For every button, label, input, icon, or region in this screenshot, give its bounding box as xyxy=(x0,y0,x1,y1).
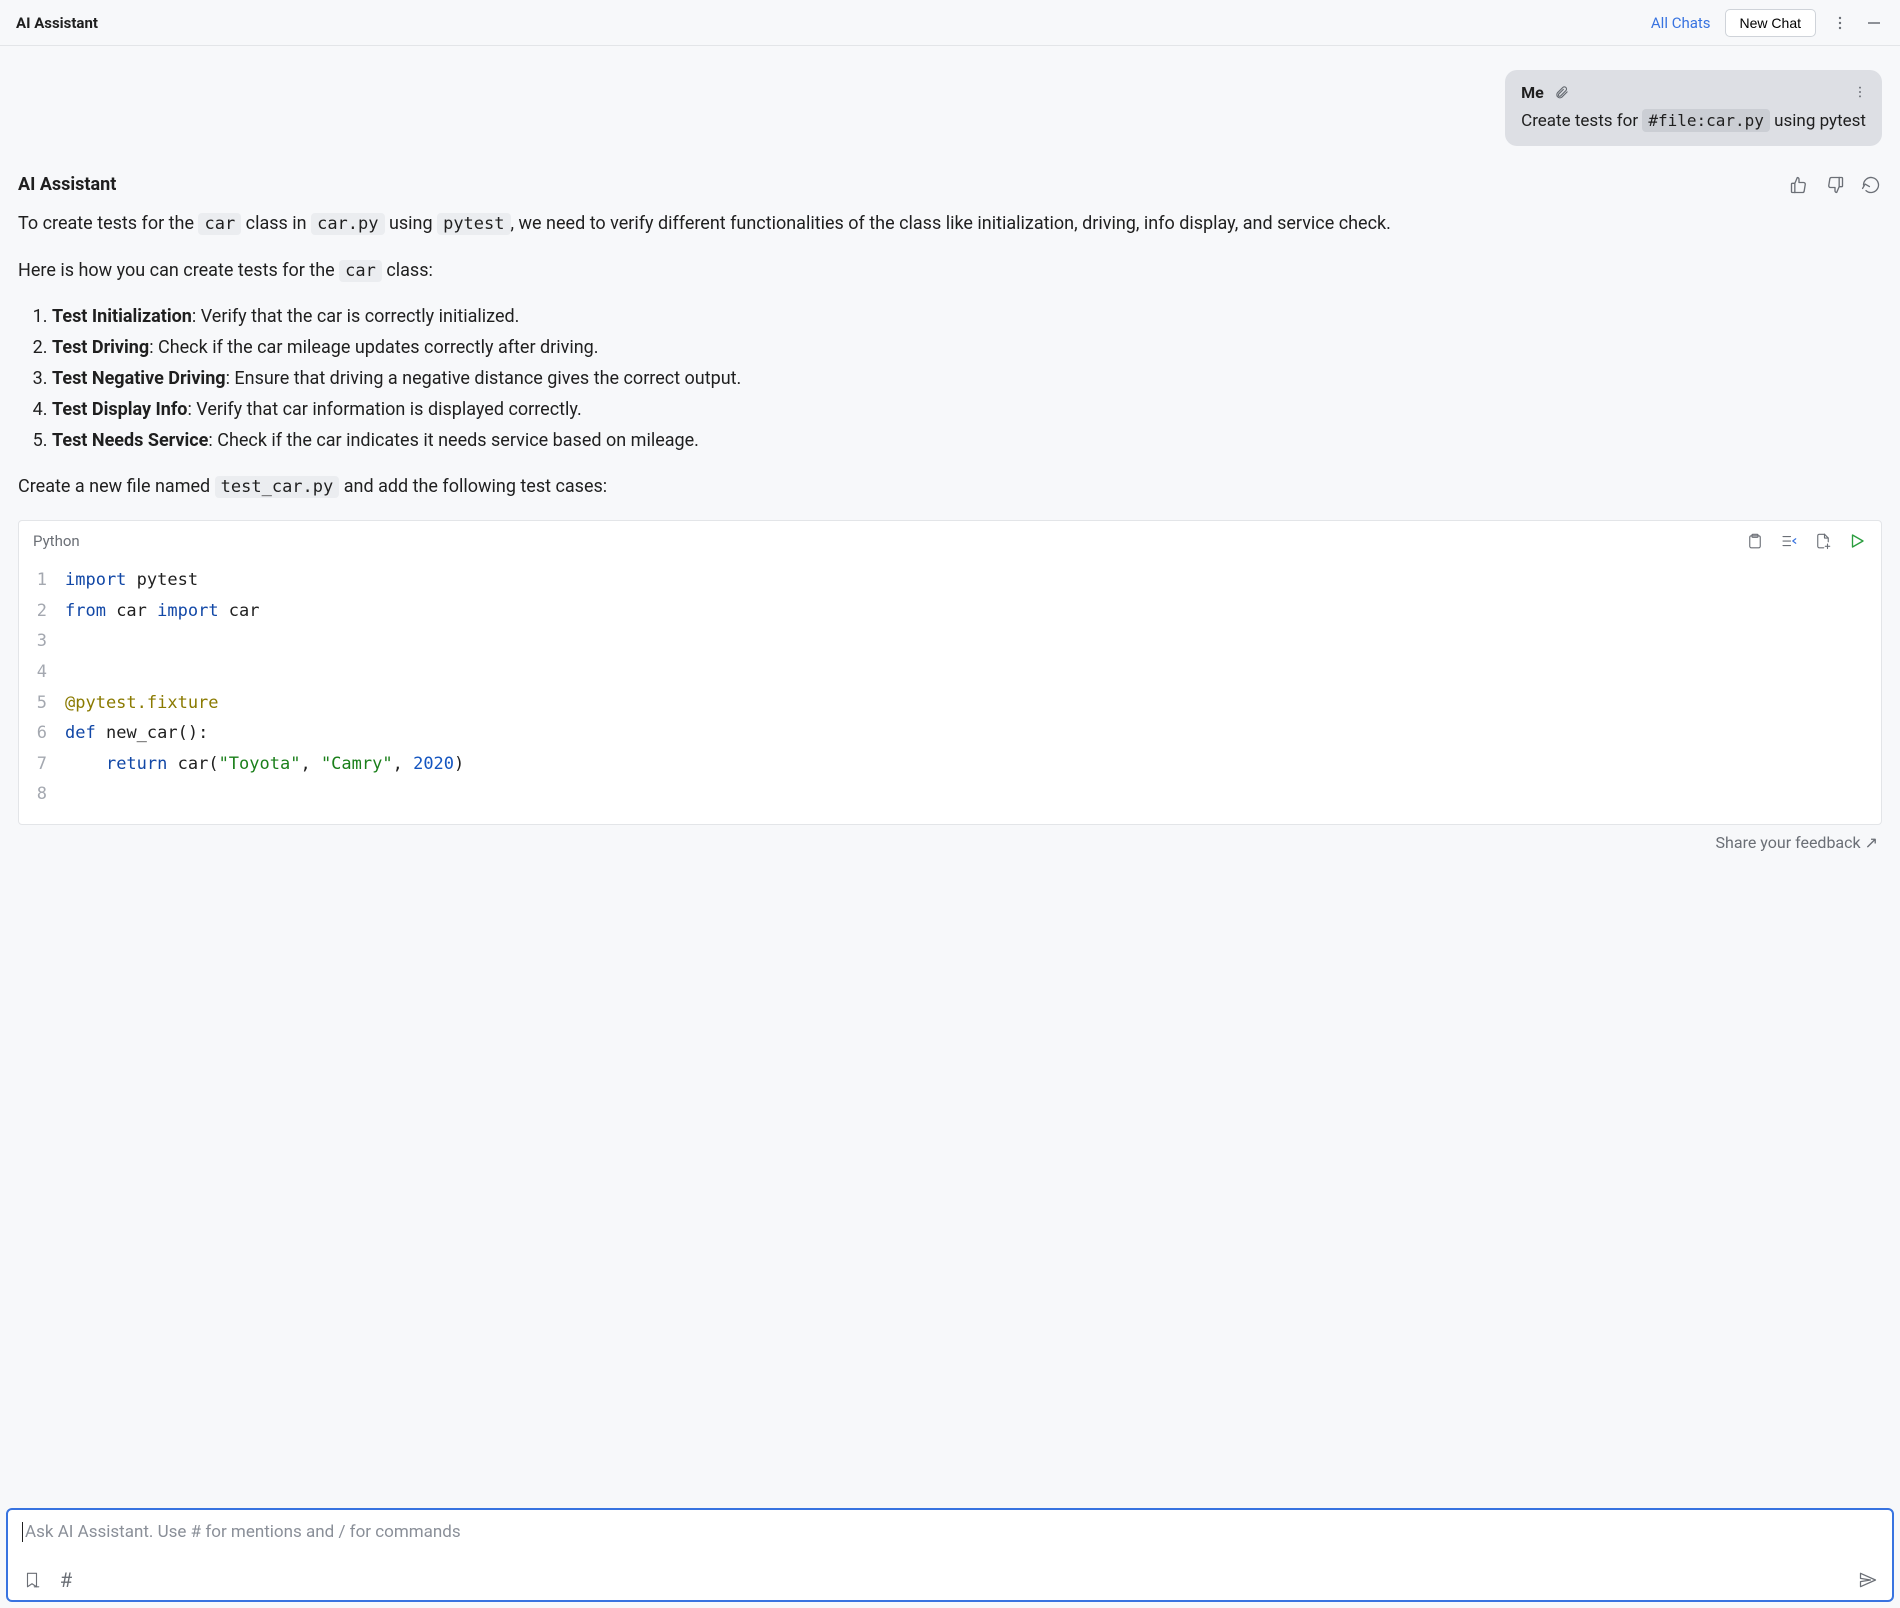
user-message-row: Me Create tests for #file:car.py using p… xyxy=(18,70,1882,146)
code-row: 4 xyxy=(19,657,1881,688)
attach-icon[interactable] xyxy=(1552,82,1572,102)
code-line: return car("Toyota", "Camry", 2020) xyxy=(59,749,464,780)
user-message-bubble: Me Create tests for #file:car.py using p… xyxy=(1505,70,1882,146)
user-message-text: Create tests for #file:car.py using pyte… xyxy=(1521,110,1866,134)
list-item: Test Initialization: Verify that the car… xyxy=(52,303,1882,332)
bookmark-icon[interactable] xyxy=(22,1570,42,1590)
send-icon[interactable] xyxy=(1858,1570,1878,1590)
clipboard-icon[interactable] xyxy=(1745,531,1765,551)
code-line: def new_car(): xyxy=(59,718,208,749)
code-inline: test_car.py xyxy=(215,476,340,498)
assistant-para-1: To create tests for the car class in car… xyxy=(18,210,1882,239)
file-chip[interactable]: #file:car.py xyxy=(1642,109,1770,132)
test-list: Test Initialization: Verify that the car… xyxy=(52,303,1882,455)
assistant-para-3: Create a new file named test_car.py and … xyxy=(18,473,1882,502)
text-caret xyxy=(22,1522,23,1542)
header-actions: All Chats New Chat xyxy=(1651,9,1884,37)
code-inline: car xyxy=(198,213,241,235)
code-line xyxy=(59,626,65,657)
line-number: 4 xyxy=(19,657,59,688)
line-number: 5 xyxy=(19,688,59,719)
line-number: 1 xyxy=(19,565,59,596)
header: AI Assistant All Chats New Chat xyxy=(0,0,1900,46)
code-inline: pytest xyxy=(437,213,510,235)
new-chat-button[interactable]: New Chat xyxy=(1725,9,1816,37)
app-title: AI Assistant xyxy=(16,14,98,32)
assistant-body: To create tests for the car class in car… xyxy=(18,210,1882,825)
run-icon[interactable] xyxy=(1847,531,1867,551)
code-line: from car import car xyxy=(59,596,260,627)
list-item: Test Needs Service: Check if the car ind… xyxy=(52,427,1882,456)
code-block-header: Python xyxy=(19,521,1881,561)
user-message-header: Me xyxy=(1521,82,1866,102)
regenerate-icon[interactable] xyxy=(1860,174,1882,196)
line-number: 7 xyxy=(19,749,59,780)
assistant-actions xyxy=(1788,174,1882,196)
user-text-after: using pytest xyxy=(1770,111,1866,131)
line-number: 3 xyxy=(19,626,59,657)
code-row: 1import pytest xyxy=(19,565,1881,596)
hash-icon[interactable]: # xyxy=(56,1570,76,1590)
new-file-icon[interactable] xyxy=(1813,531,1833,551)
all-chats-link[interactable]: All Chats xyxy=(1651,14,1711,32)
assistant-title: AI Assistant xyxy=(18,174,116,195)
code-lines[interactable]: 1import pytest2from car import car345@py… xyxy=(19,561,1881,824)
minimize-icon[interactable] xyxy=(1864,13,1884,33)
code-line: @pytest.fixture xyxy=(59,688,219,719)
assistant-message: AI Assistant To create tests for the car… xyxy=(18,174,1882,825)
thumbs-down-icon[interactable] xyxy=(1824,174,1846,196)
chat-input-left-icons: # xyxy=(22,1570,76,1590)
assistant-para-2: Here is how you can create tests for the… xyxy=(18,257,1882,286)
code-row: 6def new_car(): xyxy=(19,718,1881,749)
code-block: Python xyxy=(18,520,1882,825)
assistant-header: AI Assistant xyxy=(18,174,1882,196)
feedback-row: Share your feedback ↗ xyxy=(18,825,1882,868)
code-actions xyxy=(1745,531,1867,551)
user-author: Me xyxy=(1521,83,1544,102)
line-number: 6 xyxy=(19,718,59,749)
code-row: 5@pytest.fixture xyxy=(19,688,1881,719)
code-line xyxy=(59,657,65,688)
code-row: 3 xyxy=(19,626,1881,657)
list-item: Test Driving: Check if the car mileage u… xyxy=(52,334,1882,363)
code-lang-label: Python xyxy=(33,529,80,553)
code-inline: car.py xyxy=(311,213,384,235)
list-item: Test Display Info: Verify that car infor… xyxy=(52,396,1882,425)
code-row: 8 xyxy=(19,779,1881,810)
chat-input-placeholder: Ask AI Assistant. Use # for mentions and… xyxy=(22,1522,1878,1550)
user-text-before: Create tests for xyxy=(1521,111,1642,131)
more-icon[interactable] xyxy=(1830,13,1850,33)
code-inline: car xyxy=(339,260,382,282)
code-row: 7 return car("Toyota", "Camry", 2020) xyxy=(19,749,1881,780)
code-row: 2from car import car xyxy=(19,596,1881,627)
chat-input[interactable]: Ask AI Assistant. Use # for mentions and… xyxy=(6,1508,1894,1602)
chat-input-toolbar: # xyxy=(22,1570,1878,1590)
code-line: import pytest xyxy=(59,565,198,596)
line-number: 8 xyxy=(19,779,59,810)
more-icon[interactable] xyxy=(1850,82,1870,102)
input-area: Ask AI Assistant. Use # for mentions and… xyxy=(0,1508,1900,1608)
conversation: Me Create tests for #file:car.py using p… xyxy=(0,46,1900,1508)
list-item: Test Negative Driving: Ensure that drivi… xyxy=(52,365,1882,394)
insert-lines-icon[interactable] xyxy=(1779,531,1799,551)
code-line xyxy=(59,779,65,810)
line-number: 2 xyxy=(19,596,59,627)
thumbs-up-icon[interactable] xyxy=(1788,174,1810,196)
feedback-link[interactable]: Share your feedback ↗ xyxy=(1716,833,1878,852)
